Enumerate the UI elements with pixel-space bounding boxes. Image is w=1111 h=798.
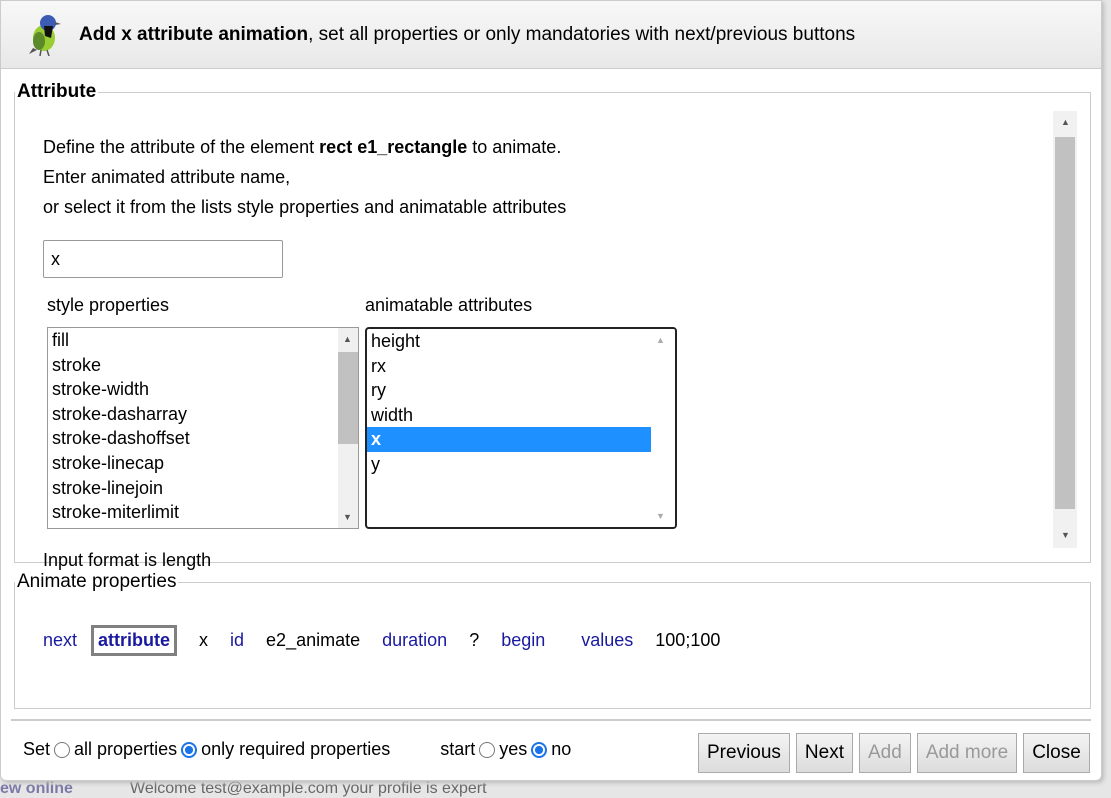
list-option[interactable]: y	[367, 452, 651, 477]
instruction-line-2: Enter animated attribute name,	[43, 167, 291, 187]
previous-button[interactable]: Previous	[698, 733, 790, 773]
attribute-scroll-area: Define the attribute of the element rect…	[43, 135, 1053, 579]
start-yes-radio[interactable]	[479, 741, 496, 758]
style-properties-label: style properties	[47, 295, 170, 315]
style-properties-list[interactable]: fill stroke stroke-width stroke-dasharray st…	[47, 327, 359, 529]
list-option[interactable]: stroke-dashoffset	[48, 426, 358, 451]
start-yes-label[interactable]: yes	[499, 739, 527, 760]
attribute-name-input[interactable]	[43, 240, 283, 278]
scroll-down-icon[interactable]: ▼	[343, 512, 352, 522]
animatable-attributes-list[interactable]: height rx ry width x y ▲ ▼	[365, 327, 677, 529]
list-option[interactable]: stroke-linejoin	[48, 476, 358, 501]
values-value: 100;100	[655, 630, 721, 650]
dialog-title: Add x attribute animation, set all prope…	[79, 23, 856, 45]
scroll-thumb[interactable]	[1055, 137, 1075, 509]
style-list-scrollbar[interactable]: ▲ ▼	[338, 328, 358, 528]
list-option[interactable]: x	[367, 427, 651, 452]
list-option[interactable]: stroke-dasharray	[48, 402, 358, 427]
animate-properties-fieldset: Animate properties next attribute x id e…	[14, 571, 1091, 709]
input-format-text: Input format is length	[43, 550, 212, 570]
list-option[interactable]: ry	[367, 378, 651, 403]
list-option[interactable]: height	[367, 329, 651, 354]
scroll-down-icon[interactable]: ▼	[656, 511, 665, 521]
footer-options: Set all properties only required propert…	[23, 739, 571, 760]
next-link[interactable]: next	[43, 630, 77, 651]
start-no-radio[interactable]	[531, 741, 548, 758]
required-properties-radio[interactable]	[181, 741, 198, 758]
all-properties-label[interactable]: all properties	[74, 739, 177, 760]
scroll-up-icon[interactable]: ▲	[1061, 117, 1070, 127]
begin-link[interactable]: begin	[501, 630, 545, 651]
attribute-legend: Attribute	[17, 81, 97, 102]
dialog-header: Add x attribute animation, set all prope…	[1, 1, 1101, 69]
id-value: e2_animate	[266, 630, 361, 650]
duration-value: ?	[469, 630, 480, 650]
attribute-fieldset: Attribute Define the attribute of the el…	[14, 81, 1091, 570]
background-online-text: ew online	[0, 780, 73, 797]
set-label: Set	[23, 739, 51, 759]
list-option[interactable]: stroke-miterlimit	[48, 500, 358, 525]
list-option[interactable]: width	[367, 403, 651, 428]
animatable-attributes-label: animatable attributes	[365, 295, 533, 315]
add-button[interactable]: Add	[859, 733, 911, 773]
footer-divider	[11, 719, 1091, 721]
list-option[interactable]: stroke-width	[48, 377, 358, 402]
close-button[interactable]: Close	[1023, 733, 1090, 773]
scroll-thumb[interactable]	[338, 352, 358, 444]
scroll-up-icon[interactable]: ▲	[656, 335, 665, 345]
values-link[interactable]: values	[581, 630, 633, 651]
add-animation-dialog: Add x attribute animation, set all prope…	[0, 0, 1102, 781]
all-properties-radio[interactable]	[54, 741, 71, 758]
animate-properties-legend: Animate properties	[17, 571, 177, 592]
instruction-line-1: Define the attribute of the element rect…	[43, 137, 562, 157]
duration-link[interactable]: duration	[382, 630, 447, 651]
required-properties-label[interactable]: only required properties	[201, 739, 390, 760]
scroll-down-icon[interactable]: ▼	[1061, 530, 1070, 540]
attribute-scrollbar[interactable]: ▲ ▼	[1053, 111, 1077, 548]
background-welcome-text: Welcome test@example.com your profile is…	[130, 780, 487, 797]
start-label: start	[440, 739, 476, 759]
start-no-label[interactable]: no	[551, 739, 571, 760]
attribute-value: x	[199, 630, 209, 650]
add-more-button[interactable]: Add more	[916, 733, 1018, 773]
id-link[interactable]: id	[230, 630, 244, 651]
scroll-up-icon[interactable]: ▲	[343, 334, 352, 344]
instruction-line-3: or select it from the lists style proper…	[43, 197, 567, 217]
bird-logo-icon	[29, 14, 61, 56]
list-option[interactable]: stroke-linecap	[48, 451, 358, 476]
anim-list-scrollbar[interactable]: ▲ ▼	[651, 329, 675, 527]
attribute-link-current[interactable]: attribute	[91, 625, 178, 656]
list-option[interactable]: stroke	[48, 353, 358, 378]
list-option[interactable]: rx	[367, 354, 651, 379]
list-option[interactable]: fill	[48, 328, 358, 353]
next-button[interactable]: Next	[795, 733, 853, 773]
